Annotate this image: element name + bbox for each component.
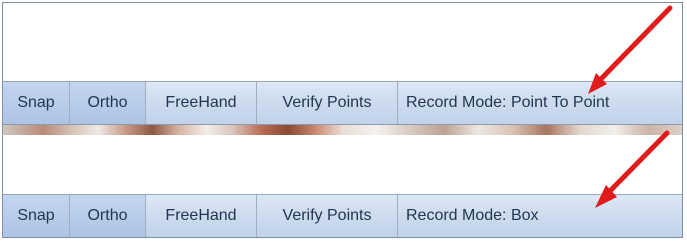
red-arrow-icon [595,130,670,208]
red-arrow-icon [588,5,673,94]
annotation-arrows [588,5,673,208]
